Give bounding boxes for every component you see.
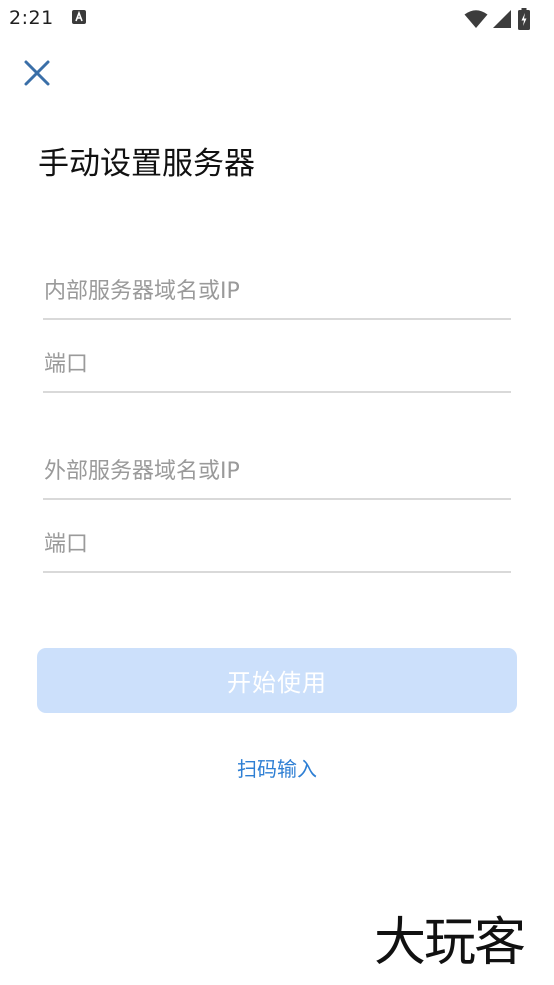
external-host-input[interactable] xyxy=(43,444,511,500)
signal-icon xyxy=(493,10,511,28)
a-badge-icon xyxy=(72,10,86,24)
start-button[interactable]: 开始使用 xyxy=(37,648,517,713)
status-bar: 2:21 xyxy=(0,0,554,38)
external-port-input[interactable] xyxy=(43,517,511,573)
wifi-icon xyxy=(464,10,488,28)
close-icon[interactable] xyxy=(20,56,54,90)
internal-host-input[interactable] xyxy=(43,264,511,320)
status-time: 2:21 xyxy=(9,7,54,29)
scan-qr-link[interactable]: 扫码输入 xyxy=(0,753,554,782)
watermark: 大玩客 xyxy=(374,912,546,974)
battery-charging-icon xyxy=(518,8,530,30)
internal-port-input[interactable] xyxy=(43,337,511,393)
watermark-text: 大玩客 xyxy=(374,913,526,973)
page-title: 手动设置服务器 xyxy=(38,146,255,182)
status-icons xyxy=(464,8,544,30)
